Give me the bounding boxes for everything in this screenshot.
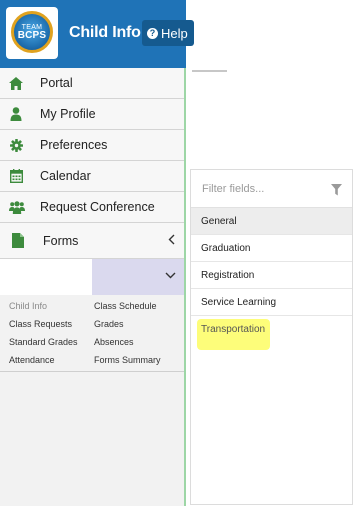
gear-icon	[9, 138, 23, 152]
sidebar-item-label: Preferences	[40, 138, 108, 152]
sidebar-item-my-profile[interactable]: My Profile	[0, 99, 184, 130]
submenu-blank	[0, 259, 92, 295]
chevron-left-icon[interactable]	[168, 234, 175, 248]
sidebar: Portal My Profile Preferences Calendar R…	[0, 68, 186, 506]
sidebar-item-label: Request Conference	[40, 200, 155, 214]
content-divider	[192, 70, 227, 72]
field-item-transportation[interactable]: Transportation	[191, 316, 352, 343]
team-bcps-logo[interactable]: TEAM BCPS	[6, 7, 58, 59]
field-filter-panel: General Graduation Registration Service …	[190, 169, 353, 505]
chevron-down-icon[interactable]	[165, 270, 176, 282]
sidebar-item-label: Calendar	[40, 169, 91, 183]
page-title: Child Info	[69, 24, 141, 41]
field-item-graduation[interactable]: Graduation	[191, 235, 352, 262]
sublink-standard-grades[interactable]: Standard Grades	[9, 337, 78, 347]
app-header: TEAM BCPS Child Info ? Help	[0, 0, 194, 68]
users-icon	[9, 200, 25, 214]
sidebar-divider	[0, 371, 184, 372]
submenu-toggle[interactable]	[92, 259, 184, 295]
sublink-absences[interactable]: Absences	[94, 337, 134, 347]
field-item-registration[interactable]: Registration	[191, 262, 352, 289]
sublink-child-info[interactable]: Child Info	[9, 301, 47, 311]
home-icon	[9, 76, 23, 90]
sidebar-item-request-conference[interactable]: Request Conference	[0, 192, 184, 223]
question-icon: ?	[147, 27, 158, 39]
calendar-icon	[9, 169, 23, 183]
file-icon	[11, 232, 25, 248]
filter-icon[interactable]	[331, 183, 342, 196]
help-button[interactable]: ? Help	[142, 20, 194, 46]
logo-emblem: TEAM BCPS	[11, 11, 53, 53]
sidebar-item-label: Portal	[40, 76, 73, 90]
sublink-forms-summary[interactable]: Forms Summary	[94, 355, 161, 365]
sublink-class-schedule[interactable]: Class Schedule	[94, 301, 157, 311]
logo-text-bcps: BCPS	[17, 29, 47, 41]
sidebar-item-calendar[interactable]: Calendar	[0, 161, 184, 192]
user-icon	[9, 107, 23, 121]
sublink-grades[interactable]: Grades	[94, 319, 124, 329]
sidebar-item-portal[interactable]: Portal	[0, 68, 184, 99]
sidebar-item-label: My Profile	[40, 107, 96, 121]
help-label: Help	[161, 25, 188, 41]
filter-fields-input[interactable]	[191, 170, 352, 208]
sidebar-item-forms[interactable]: Forms	[0, 223, 184, 259]
forms-submenu-header	[0, 259, 184, 295]
sidebar-item-preferences[interactable]: Preferences	[0, 130, 184, 161]
sublink-attendance[interactable]: Attendance	[9, 355, 55, 365]
field-item-general[interactable]: General	[191, 208, 352, 235]
field-item-service-learning[interactable]: Service Learning	[191, 289, 352, 316]
sidebar-item-label: Forms	[43, 233, 79, 248]
sublink-class-requests[interactable]: Class Requests	[9, 319, 72, 329]
